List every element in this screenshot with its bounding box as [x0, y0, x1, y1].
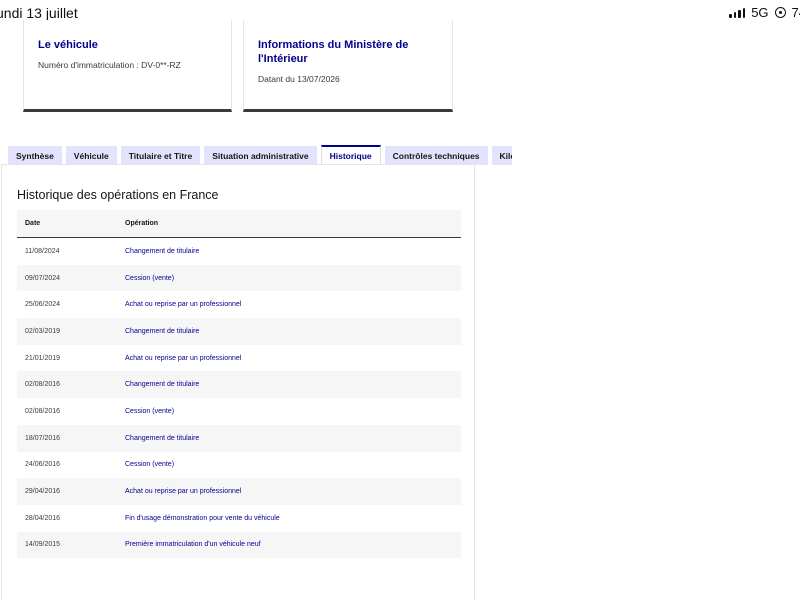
row-operation: Changement de titulaire [117, 318, 461, 345]
status-indicators: 5G 74 [729, 5, 800, 20]
vehicle-card[interactable]: Le véhicule Numéro d'immatriculation : D… [23, 20, 232, 112]
row-date: 25/06/2024 [25, 301, 61, 309]
row-date: 14/09/2015 [17, 531, 117, 559]
network-type: 5G [751, 5, 769, 20]
row-operation: Changement de titulaire [117, 371, 461, 399]
ministry-info-card[interactable]: Informations du Ministère de l'Intérieur… [243, 20, 453, 112]
registration-number: Numéro d'immatriculation : DV-0**-RZ [38, 60, 181, 70]
tab-bar: Synthèse Véhicule Titulaire et Titre Sit… [8, 145, 512, 165]
rotation-lock-icon [774, 7, 786, 18]
row-date: 28/04/2016 [25, 514, 61, 522]
table-row: 02/08/2016 Cession (vente) [17, 398, 461, 425]
row-date: 09/07/2024 [17, 264, 117, 292]
table-row: 25/06/2024 Achat ou reprise par un profes… [17, 291, 461, 318]
row-operation: Cession (vente) [125, 461, 175, 469]
tab-synthese[interactable]: Synthèse [8, 146, 62, 165]
row-operation: Changement de titulaire [117, 424, 461, 452]
tab-historique[interactable]: Historique [320, 145, 381, 165]
row-operation: Achat ou reprise par un professionnel [125, 301, 242, 309]
row-date: 11/08/2024 [25, 247, 60, 255]
cellular-signal-icon [729, 7, 746, 18]
column-header-date: Date [17, 210, 117, 238]
battery-level: 74 [791, 5, 800, 20]
table-row: 24/06/2016 Cession (vente) [17, 452, 461, 479]
row-operation: Achat ou reprise par un professionnel [117, 478, 461, 505]
table-row: 28/04/2016 Fin d'usage démonstration pour… [17, 505, 461, 532]
status-date: undi 13 juillet [0, 5, 78, 21]
history-panel: Historique des opérations en France Date… [1, 164, 475, 600]
table-row: 21/01/2019 Achat ou reprise par un profes… [17, 345, 461, 372]
history-table: Date Opération 11/08/2024 Changement de t… [17, 210, 461, 559]
row-date: 02/08/2016 [25, 407, 61, 415]
tab-controles-techniques[interactable]: Contrôles techniques [384, 146, 488, 165]
ministry-card-title: Informations du Ministère de l'Intérieur [258, 39, 409, 65]
row-date: 18/07/2016 [17, 424, 117, 452]
row-date: 02/03/2019 [17, 318, 117, 345]
column-header-operation: Opération [117, 210, 461, 238]
row-date: 21/01/2019 [25, 354, 61, 362]
row-operation: Achat ou reprise par un professionnel [125, 354, 242, 362]
row-date: 29/04/2016 [17, 478, 117, 505]
row-operation: Première immatriculation d'un véhicule n… [117, 531, 461, 559]
table-row: 09/07/2024 Cession (vente) [17, 264, 461, 292]
table-row: 14/09/2015 Première immatriculation d'un … [17, 531, 461, 559]
tab-vehicule[interactable]: Véhicule [65, 146, 117, 165]
history-title: Historique des opérations en France [17, 188, 219, 202]
vehicle-card-title: Le véhicule [38, 39, 98, 51]
row-operation: Changement de titulaire [125, 247, 200, 255]
page: undi 13 juillet 5G 74 Le véhicule Numéro… [0, 0, 800, 600]
tab-situation-administrative[interactable]: Situation administrative [204, 146, 317, 165]
table-row: 18/07/2016 Changement de titulaire [17, 424, 461, 452]
tab-titulaire-titre[interactable]: Titulaire et Titre [120, 146, 201, 165]
table-header-row: Date Opération [17, 210, 461, 238]
row-operation: Fin d'usage démonstration pour vente du … [125, 514, 280, 522]
table-row: 11/08/2024 Changement de titulaire [17, 238, 461, 265]
row-date: 24/06/2016 [25, 461, 61, 469]
row-date: 02/08/2016 [17, 371, 117, 399]
tab-kilometrage[interactable]: Kilométrage [491, 146, 512, 165]
ministry-card-date: Datant du 13/07/2026 [258, 74, 340, 84]
row-operation: Cession (vente) [125, 407, 175, 415]
table-row: 02/03/2019 Changement de titulaire [17, 318, 461, 345]
table-row: 29/04/2016 Achat ou reprise par un profes… [17, 478, 461, 505]
row-operation: Cession (vente) [117, 264, 461, 292]
table-row: 02/08/2016 Changement de titulaire [17, 371, 461, 399]
